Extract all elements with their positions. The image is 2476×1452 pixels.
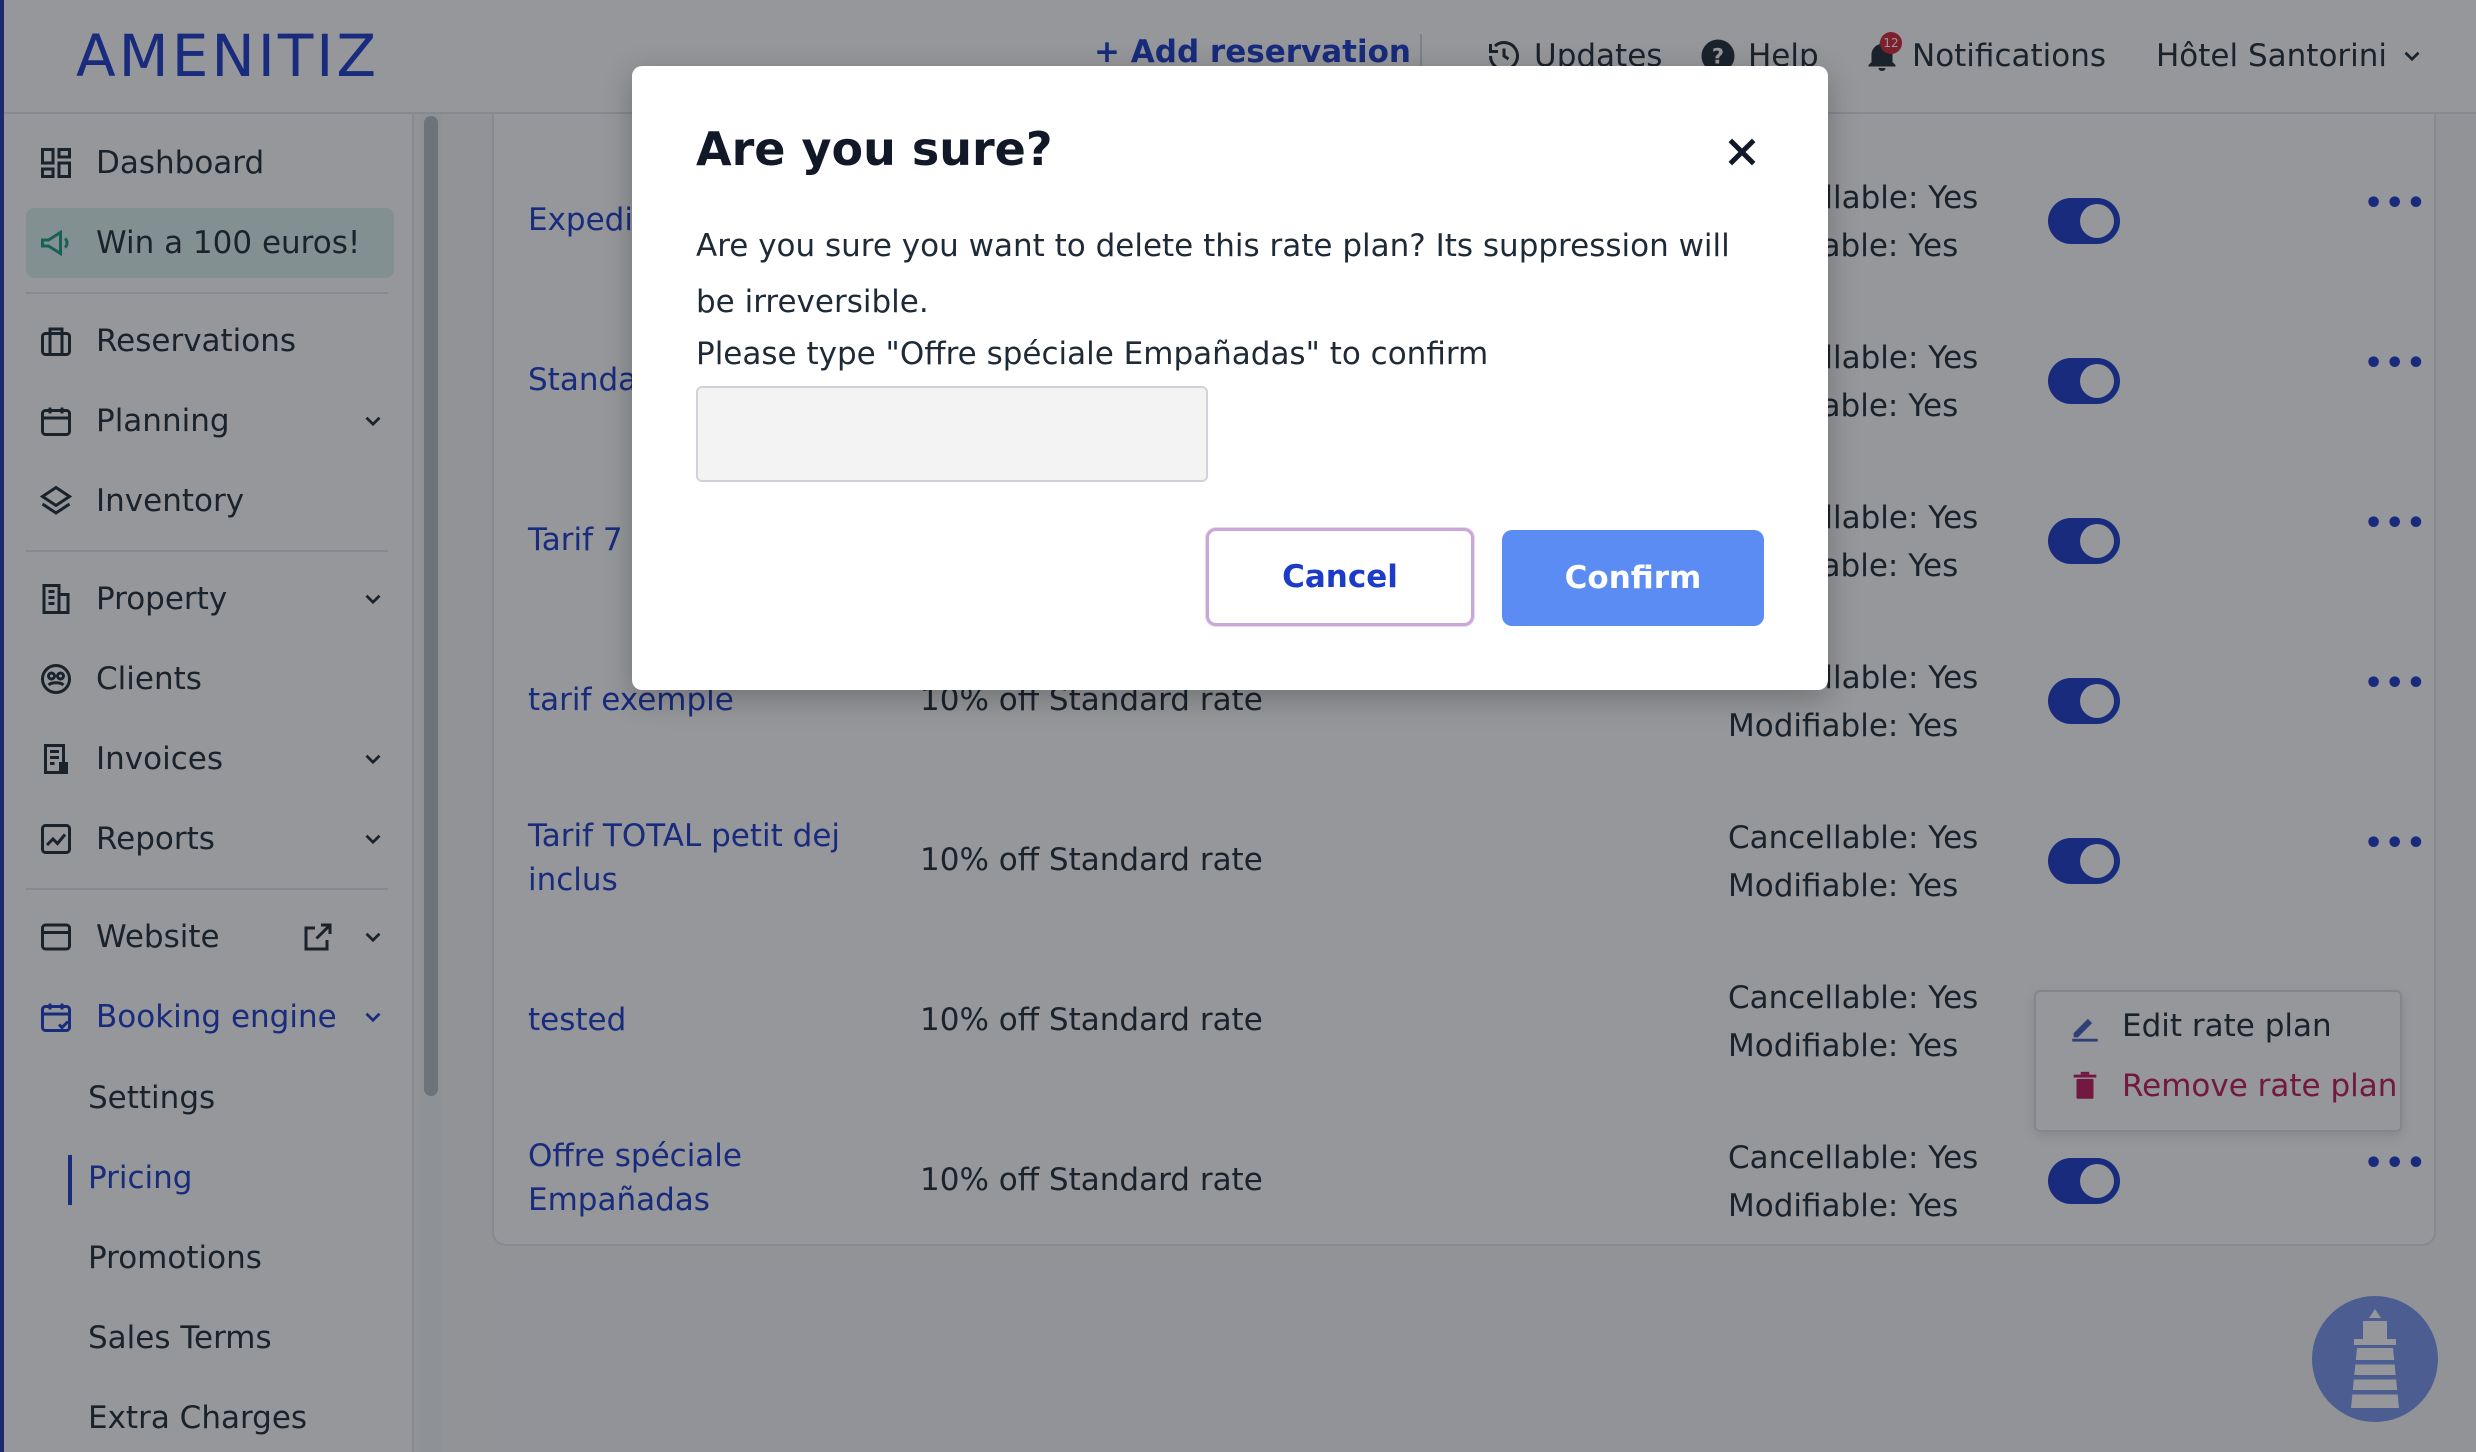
delete-confirmation-dialog: Are you sure? Are you sure you want to d… — [632, 66, 1828, 690]
confirm-name-input[interactable] — [696, 386, 1208, 482]
confirm-prompt: Please type "Offre spéciale Empañadas" t… — [696, 336, 1489, 372]
dialog-message: Are you sure you want to delete this rat… — [696, 228, 1730, 320]
close-icon[interactable] — [1722, 132, 1762, 172]
confirm-button[interactable]: Confirm — [1502, 530, 1764, 626]
cancel-button[interactable]: Cancel — [1206, 528, 1474, 626]
dialog-title: Are you sure? — [696, 122, 1053, 176]
